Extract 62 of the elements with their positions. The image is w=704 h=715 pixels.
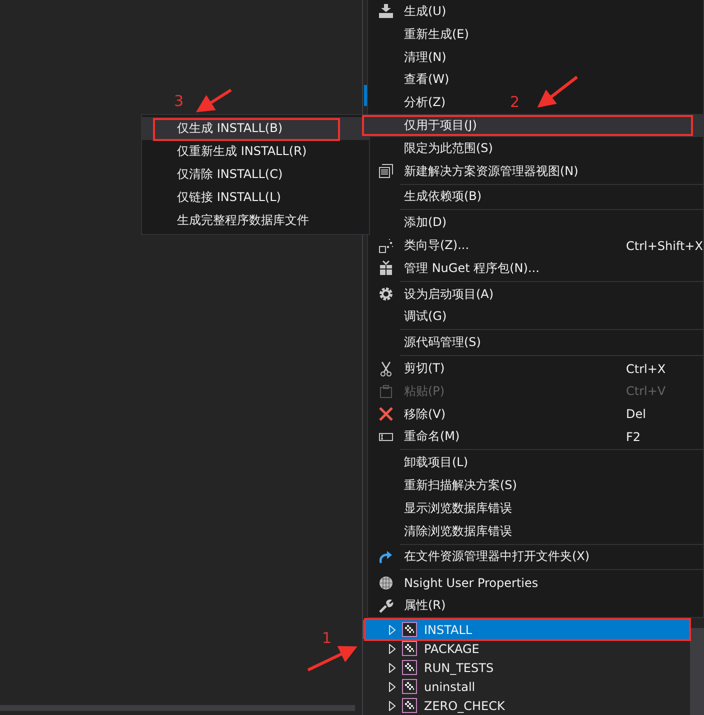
tree-item[interactable]: RUN_TESTS: [363, 658, 689, 677]
shortcut-label: Ctrl+V: [626, 384, 666, 398]
menu-item[interactable]: 清除浏览数据库错误: [404, 524, 512, 538]
menu-item[interactable]: 管理 NuGet 程序包(N)...: [404, 260, 540, 275]
menu-item[interactable]: 生成依赖项(B): [404, 189, 482, 204]
menu-item[interactable]: 新建解决方案资源管理器视图(N): [404, 164, 578, 178]
build-icon: [378, 3, 394, 20]
tree-item[interactable]: uninstall: [363, 677, 689, 696]
menu-item[interactable]: 重命名(M): [404, 429, 460, 444]
menu-item[interactable]: 调试(G): [404, 309, 447, 324]
window-icon: [378, 163, 394, 180]
shortcut-label: Ctrl+Shift+X: [626, 238, 703, 252]
menu-item[interactable]: 源代码管理(S): [404, 335, 481, 350]
menu-item[interactable]: 属性(R): [404, 598, 446, 612]
menu-item[interactable]: 限定为此范围(S): [404, 140, 493, 155]
scrollbar[interactable]: [690, 628, 704, 715]
arrow: [307, 646, 358, 672]
project-icon: [402, 622, 417, 637]
menu-item[interactable]: 卸载项目(L): [404, 455, 468, 470]
menu-item[interactable]: 生成完整程序数据库文件: [142, 209, 369, 232]
menu-item[interactable]: 移除(V): [404, 406, 446, 421]
menu-item[interactable]: Nsight User Properties: [404, 576, 538, 590]
scroll-marker: [364, 85, 367, 106]
shortcut-label: Del: [626, 407, 646, 422]
menu-item[interactable]: 分析(Z): [404, 95, 446, 110]
menu-item[interactable]: 仅链接 INSTALL(L): [142, 186, 369, 209]
tree-item[interactable]: PACKAGE: [363, 639, 689, 658]
menu-item[interactable]: 剪切(T): [404, 361, 445, 376]
annotation-number: 3: [174, 94, 184, 109]
wrench-icon: [378, 598, 394, 614]
redo-arrow-icon: [378, 548, 394, 565]
arrow: [537, 76, 578, 108]
menu-item[interactable]: 类向导(Z)...: [404, 238, 470, 252]
scrollbar[interactable]: [0, 705, 355, 711]
menu-item[interactable]: 仅重新生成 INSTALL(R): [142, 140, 369, 163]
shortcut-label: Ctrl+X: [626, 362, 666, 376]
close-icon: [378, 406, 394, 422]
menu-item[interactable]: 添加(D): [404, 215, 447, 230]
clipboard-icon: [378, 383, 394, 400]
gear-icon: [378, 286, 394, 302]
menu-item[interactable]: 查看(W): [404, 72, 450, 86]
menu-item[interactable]: 重新扫描解决方案(S): [404, 478, 517, 492]
annotation-number: 2: [510, 95, 520, 110]
menu-item[interactable]: 仅清除 INSTALL(C): [142, 163, 369, 186]
globe-icon: [378, 574, 394, 591]
menu-item[interactable]: 显示浏览数据库错误: [404, 500, 512, 515]
shortcut-label: F2: [626, 430, 641, 444]
arrow: [196, 88, 232, 112]
package-icon: [378, 260, 394, 276]
project-icon: [402, 660, 417, 675]
scissors-icon: [378, 360, 394, 377]
menu-item[interactable]: 在文件资源管理器中打开文件夹(X): [404, 549, 590, 564]
project-icon: [402, 641, 417, 656]
menu-item[interactable]: 重新生成(E): [404, 26, 469, 41]
menu-item[interactable]: 设为启动项目(A): [404, 286, 494, 301]
project-icon: [402, 679, 417, 694]
tree-item[interactable]: ZERO_CHECK: [363, 696, 689, 715]
wizard-icon: [378, 238, 394, 254]
menu-item[interactable]: 生成(U): [404, 4, 446, 18]
menu-item[interactable]: 清理(N): [404, 50, 446, 64]
tree-item[interactable]: INSTALL: [363, 620, 689, 639]
annotation-number: 1: [322, 631, 332, 646]
